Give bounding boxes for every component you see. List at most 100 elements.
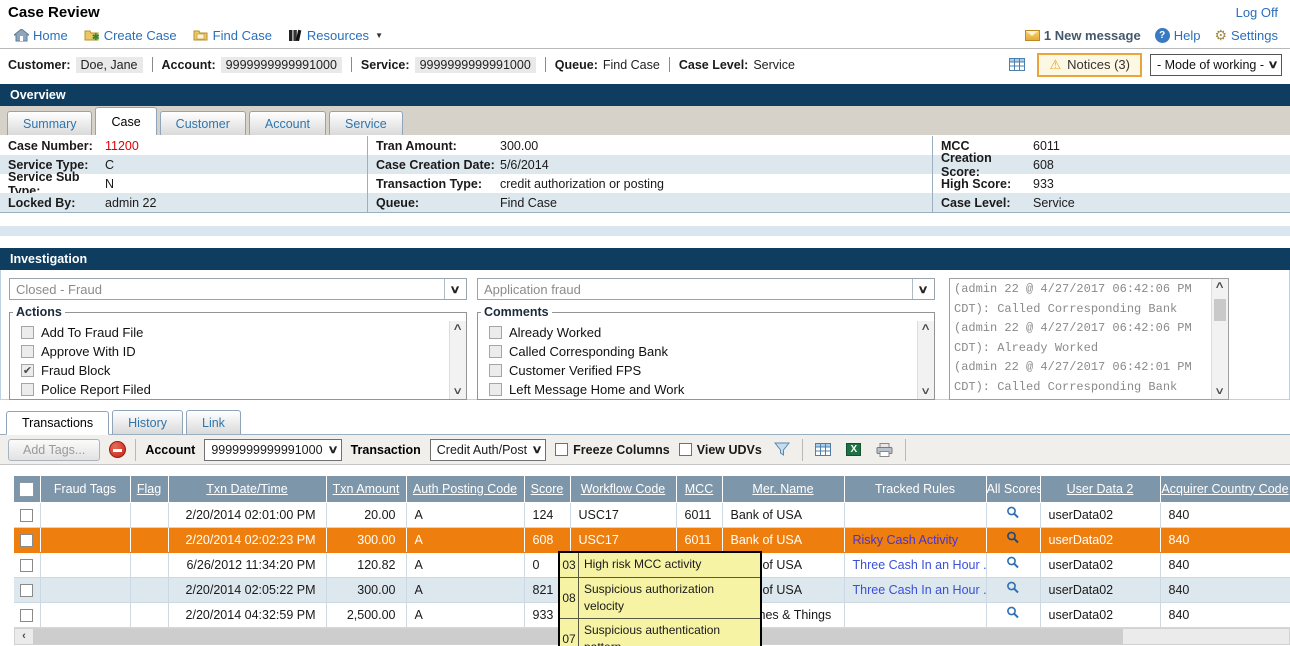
scroll-up-icon[interactable]: ∧ — [920, 323, 931, 333]
col-mcc[interactable]: MCC — [676, 476, 722, 502]
view-udvs-checkbox[interactable]: View UDVs — [679, 443, 762, 457]
checkbox-checked[interactable]: ✔ — [21, 364, 34, 377]
grid-view-icon[interactable] — [1005, 55, 1029, 75]
select-all-checkbox[interactable] — [20, 483, 33, 496]
checkbox[interactable] — [21, 326, 34, 339]
tracked-rules-link[interactable]: Risky Cash Activity — [853, 533, 959, 547]
scroll-thumb[interactable] — [1214, 299, 1226, 321]
row-checkbox[interactable] — [20, 584, 33, 597]
log-off-link[interactable]: Log Off — [1236, 5, 1278, 20]
col-tracked-rules[interactable]: Tracked Rules — [844, 476, 986, 502]
tab-account[interactable]: Account — [249, 111, 326, 135]
col-txn-amount[interactable]: Txn Amount — [326, 476, 406, 502]
scroll-down-icon[interactable]: ∨ — [1214, 387, 1225, 397]
transactions-toolbar: Add Tags... Account 9999999999991000 ∨ T… — [0, 435, 1290, 465]
col-user-data-2[interactable]: User Data 2 — [1040, 476, 1160, 502]
page-title: Case Review — [8, 4, 100, 21]
cell-acquirer: 840 — [1160, 502, 1290, 527]
select-all-header[interactable] — [14, 476, 40, 502]
checkbox[interactable] — [21, 383, 34, 396]
notices-button[interactable]: ⚠ Notices (3) — [1037, 53, 1142, 77]
investigation-header: Investigation — [0, 248, 1290, 270]
col-all-scores[interactable]: All Scores — [986, 476, 1040, 502]
tab-case[interactable]: Case — [95, 107, 156, 135]
notes-scrollbar[interactable]: ∧ ∨ — [1211, 279, 1228, 399]
fraud-type-select[interactable]: Application fraud ∨ — [477, 278, 935, 300]
mode-of-working-select[interactable]: - Mode of working - ∨ — [1150, 54, 1282, 76]
action-approve-with-id[interactable]: Approve With ID — [21, 342, 449, 361]
case-number-value: 11200 — [105, 139, 139, 153]
tab-service[interactable]: Service — [329, 111, 403, 135]
comments-scrollbar[interactable]: ∧ ∨ — [917, 321, 934, 399]
divider — [905, 439, 906, 461]
add-tags-button[interactable]: Add Tags... — [8, 439, 100, 461]
tab-summary[interactable]: Summary — [7, 111, 92, 135]
col-score[interactable]: Score — [524, 476, 570, 502]
tab-customer[interactable]: Customer — [160, 111, 246, 135]
grid-view-icon[interactable] — [812, 440, 834, 460]
magnifier-icon[interactable] — [1006, 531, 1020, 545]
action-police-report-filed[interactable]: Police Report Filed — [21, 380, 449, 399]
row-checkbox[interactable] — [20, 559, 33, 572]
col-flag[interactable]: Flag — [130, 476, 168, 502]
nav-find-case[interactable]: Find Case — [193, 28, 272, 43]
checkbox[interactable] — [21, 345, 34, 358]
comment-already-worked[interactable]: Already Worked — [489, 323, 917, 342]
tracked-rules-link[interactable]: Three Cash In an Hour ... — [853, 558, 987, 572]
print-icon[interactable] — [874, 440, 896, 460]
magnifier-icon[interactable] — [1006, 556, 1020, 570]
context-service: Service: 9999999999991000 — [361, 57, 536, 73]
checkbox[interactable] — [555, 443, 568, 456]
scroll-left-icon[interactable]: ‹ — [15, 629, 33, 644]
actions-group: Actions Add To Fraud File Approve With I… — [9, 305, 467, 400]
magnifier-icon[interactable] — [1006, 581, 1020, 595]
checkbox[interactable] — [489, 364, 502, 377]
scroll-up-icon[interactable]: ∧ — [452, 323, 463, 333]
actions-scrollbar[interactable]: ∧ ∨ — [449, 321, 466, 399]
comment-left-message-home-and-work[interactable]: Left Message Home and Work — [489, 380, 917, 399]
nav-settings[interactable]: ⚙ Settings — [1214, 28, 1278, 43]
col-auth-posting-code[interactable]: Auth Posting Code — [406, 476, 524, 502]
col-acquirer-country-code[interactable]: Acquirer Country Code — [1160, 476, 1290, 502]
case-status-select[interactable]: Closed - Fraud ∨ — [9, 278, 467, 300]
tab-transactions[interactable]: Transactions — [6, 411, 109, 435]
nav-home[interactable]: Home — [14, 28, 68, 43]
tracked-rules-link[interactable]: Three Cash In an Hour ... — [853, 583, 987, 597]
scroll-down-icon[interactable]: ∨ — [452, 387, 463, 397]
title-bar: Case Review Log Off — [0, 0, 1290, 22]
checkbox[interactable] — [679, 443, 692, 456]
field-value: N — [105, 177, 114, 191]
tab-history[interactable]: History — [112, 410, 183, 434]
tab-link[interactable]: Link — [186, 410, 241, 434]
new-message-link[interactable]: 1 New message — [1025, 28, 1141, 43]
transaction-select[interactable]: Credit Auth/Post ∨ — [430, 439, 546, 461]
account-select[interactable]: 9999999999991000 ∨ — [204, 439, 341, 461]
nav-help[interactable]: ? Help — [1155, 28, 1201, 43]
action-fraud-block[interactable]: ✔Fraud Block — [21, 361, 449, 380]
divider — [135, 439, 136, 461]
nav-create-case[interactable]: ✱ Create Case — [84, 28, 177, 43]
row-checkbox[interactable] — [20, 534, 33, 547]
checkbox[interactable] — [489, 345, 502, 358]
magnifier-icon[interactable] — [1006, 506, 1020, 520]
comment-customer-verified-fps[interactable]: Customer Verified FPS — [489, 361, 917, 380]
scroll-up-icon[interactable]: ∧ — [1214, 281, 1225, 291]
magnifier-icon[interactable] — [1006, 606, 1020, 620]
filter-icon[interactable] — [771, 440, 793, 460]
action-add-to-fraud-file[interactable]: Add To Fraud File — [21, 323, 449, 342]
freeze-columns-checkbox[interactable]: Freeze Columns — [555, 443, 670, 457]
scroll-down-icon[interactable]: ∨ — [920, 387, 931, 397]
case-notes[interactable]: (admin 22 @ 4/27/2017 06:42:06 PM CDT): … — [949, 278, 1229, 400]
col-txn-datetime[interactable]: Txn Date/Time — [168, 476, 326, 502]
block-icon[interactable] — [109, 441, 126, 458]
row-checkbox[interactable] — [20, 609, 33, 622]
checkbox[interactable] — [489, 383, 502, 396]
excel-export-icon[interactable]: X — [843, 440, 865, 460]
comment-called-corresponding-bank[interactable]: Called Corresponding Bank — [489, 342, 917, 361]
nav-resources[interactable]: Resources ▼ — [288, 28, 383, 43]
col-workflow-code[interactable]: Workflow Code — [570, 476, 676, 502]
col-mer-name[interactable]: Mer. Name — [722, 476, 844, 502]
row-checkbox[interactable] — [20, 509, 33, 522]
col-fraud-tags[interactable]: Fraud Tags — [40, 476, 130, 502]
checkbox[interactable] — [489, 326, 502, 339]
